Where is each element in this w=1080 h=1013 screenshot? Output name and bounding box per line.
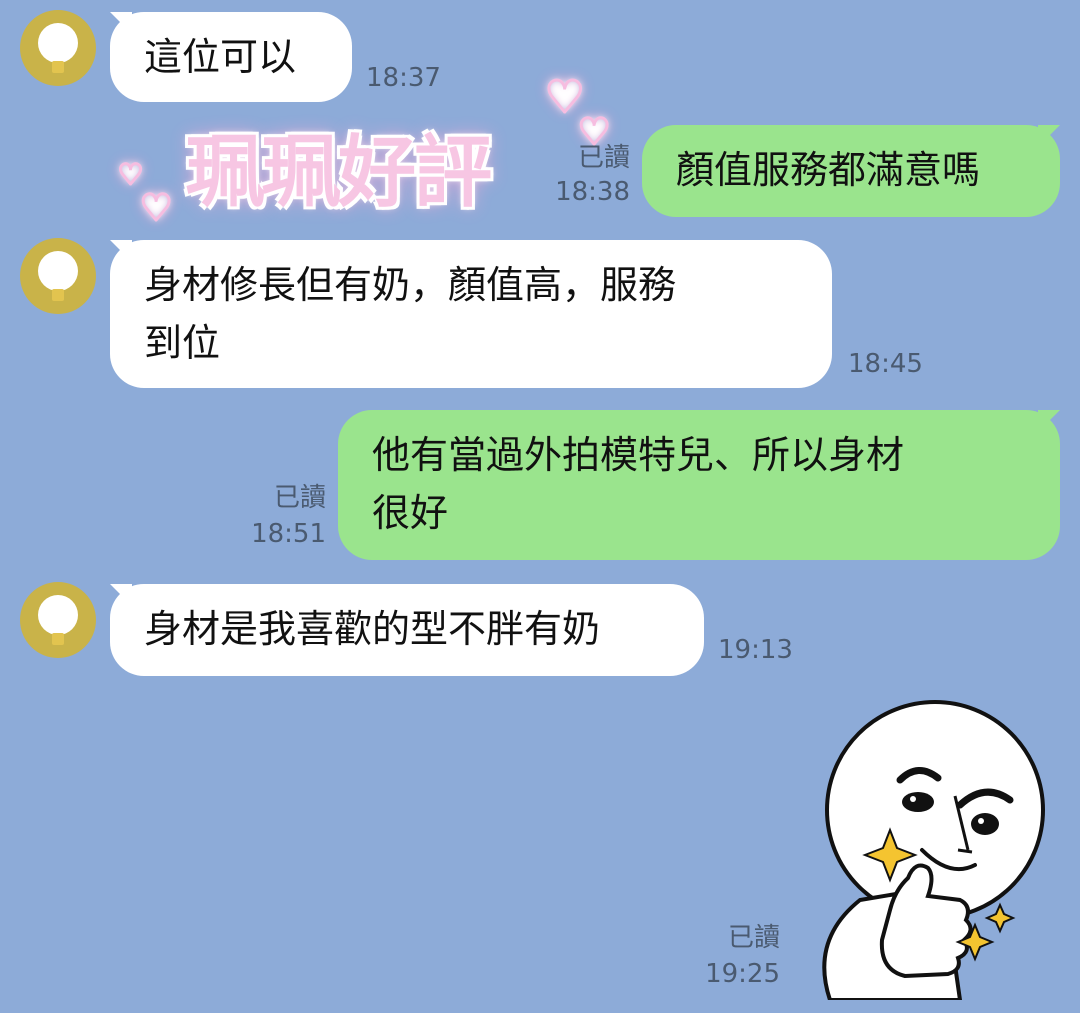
read-receipt: 已讀 [577, 143, 630, 173]
contact-avatar[interactable] [20, 238, 96, 314]
thumbs-up-face-sticker[interactable] [800, 700, 1070, 1000]
message-text: 身材是我喜歡的型不胖有奶 [144, 607, 601, 651]
lightbulb-avatar-icon [38, 595, 78, 635]
incoming-message-bubble[interactable]: 身材是我喜歡的型不胖有奶 [110, 584, 704, 676]
read-receipt: 已讀 [273, 483, 326, 513]
message-text-line: 很好 [372, 491, 449, 535]
message-time: 19:13 [718, 635, 793, 665]
outgoing-message-bubble[interactable]: 顏值服務都滿意嗎 [642, 125, 1060, 217]
message-text: 顏值服務都滿意嗎 [676, 148, 981, 192]
bulb-base [52, 61, 64, 73]
read-receipt: 已讀 [727, 923, 780, 953]
contact-avatar[interactable] [20, 582, 96, 658]
overlay-sticker-text: 珮珮好評 [186, 128, 492, 218]
message-time: 18:37 [366, 63, 441, 93]
message-text-line: 到位 [144, 321, 221, 365]
incoming-message-bubble[interactable]: 這位可以 [110, 12, 352, 102]
incoming-message-bubble[interactable]: 身材修長但有奶，顏值高，服務 到位 [110, 240, 832, 388]
message-text-line: 他有當過外拍模特兒、所以身材 [372, 433, 905, 477]
bulb-base [52, 633, 64, 645]
bubble-tail [1038, 125, 1060, 147]
message-text-line: 身材修長但有奶，顏值高，服務 [144, 263, 677, 307]
lightbulb-avatar-icon [38, 251, 78, 291]
contact-avatar[interactable] [20, 10, 96, 86]
message-time: 18:45 [848, 349, 923, 379]
message-text: 這位可以 [144, 35, 297, 79]
message-time: 19:25 [705, 959, 780, 989]
message-time: 18:38 [555, 177, 630, 207]
heart-icon: ♥ [138, 187, 173, 231]
outgoing-message-bubble[interactable]: 他有當過外拍模特兒、所以身材 很好 [338, 410, 1060, 560]
message-time: 18:51 [251, 519, 326, 549]
lightbulb-avatar-icon [38, 23, 78, 63]
heart-icon: ♥ [116, 157, 144, 193]
bulb-base [52, 289, 64, 301]
bubble-tail [1038, 410, 1060, 432]
